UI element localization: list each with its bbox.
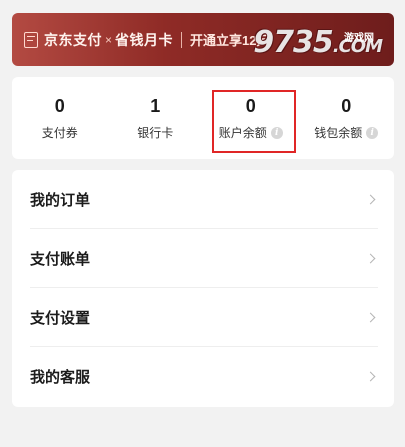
chevron-right-icon — [365, 194, 376, 204]
asset-stats: 0 支付券 1 银行卡 0 账户余额 i 0 钱包余额 i — [12, 77, 394, 159]
stat-coupons[interactable]: 0 支付券 — [12, 77, 108, 159]
banner-divider — [181, 31, 183, 48]
stat-label: 支付券 — [41, 126, 78, 140]
card-icon — [24, 31, 38, 48]
stat-label: 钱包余额 — [314, 126, 363, 140]
menu-item-label: 我的订单 — [30, 191, 91, 209]
promo-banner[interactable]: 京东支付 × 省钱月卡 开通立享12元 9735.COM 游戏网 — [12, 13, 394, 66]
stat-value: 1 — [150, 96, 161, 116]
menu-item-bills[interactable]: 支付账单 — [30, 229, 378, 288]
menu-item-orders[interactable]: 我的订单 — [30, 170, 378, 229]
stat-value: 0 — [341, 96, 352, 116]
menu-item-customer-service[interactable]: 我的客服 — [30, 347, 378, 406]
stat-bank-cards[interactable]: 1 银行卡 — [108, 77, 204, 159]
brand-jd-pay: 京东支付 — [44, 31, 102, 48]
info-icon[interactable]: i — [270, 126, 283, 139]
info-icon[interactable]: i — [366, 126, 379, 139]
menu-item-label: 支付设置 — [30, 309, 91, 327]
stat-account-balance[interactable]: 0 账户余额 i — [203, 77, 299, 159]
menu-list: 我的订单 支付账单 支付设置 我的客服 — [12, 170, 394, 407]
watermark-sub: 游戏网 — [344, 33, 374, 44]
menu-item-label: 我的客服 — [30, 369, 91, 386]
chevron-right-icon — [365, 371, 376, 382]
brand-monthly-card: 省钱月卡 — [115, 31, 174, 48]
stat-value: 0 — [245, 96, 256, 116]
times-sign: × — [105, 32, 113, 47]
stat-wallet-balance[interactable]: 0 钱包余额 i — [299, 77, 395, 159]
stat-label: 银行卡 — [137, 126, 174, 140]
menu-item-settings[interactable]: 支付设置 — [30, 288, 378, 347]
stat-value: 0 — [54, 96, 65, 116]
menu-item-label: 支付账单 — [30, 250, 91, 268]
chevron-right-icon — [365, 312, 376, 322]
stat-label: 账户余额 — [218, 126, 267, 140]
chevron-right-icon — [365, 253, 376, 263]
